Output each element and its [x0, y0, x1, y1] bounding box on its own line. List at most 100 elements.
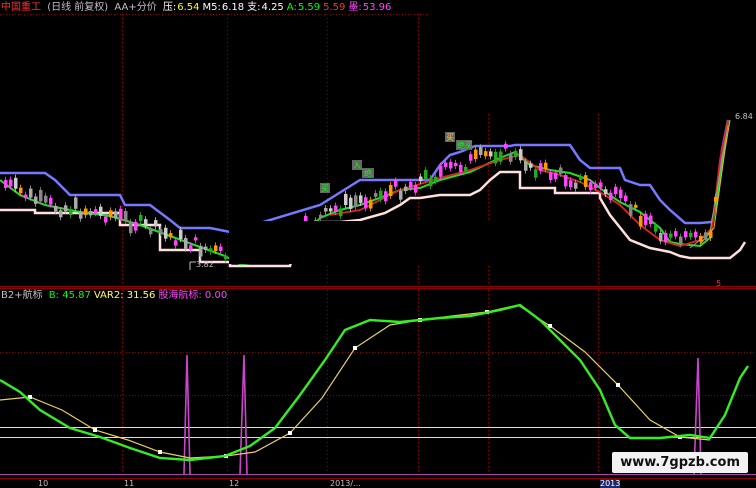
candle-body: [214, 245, 218, 252]
candle-body: [404, 186, 408, 192]
candle-body: [449, 161, 453, 169]
candle-body: [69, 209, 73, 216]
candle-body: [354, 195, 358, 208]
candle-body: [579, 176, 583, 180]
candle-body: [419, 176, 423, 182]
candle-body: [474, 149, 478, 160]
candle-body: [394, 180, 398, 187]
candle-body: [684, 231, 688, 238]
candle-body: [189, 245, 193, 250]
candle-body: [469, 154, 473, 161]
candle-body: [709, 231, 713, 239]
candle-body: [569, 180, 573, 188]
candle-body: [629, 204, 633, 216]
candle-body: [699, 235, 703, 242]
candle-body: [344, 193, 348, 206]
buy-badge-label: 买: [321, 184, 329, 193]
candle-body: [19, 187, 23, 194]
candle-body: [584, 175, 588, 187]
candle-body: [39, 189, 43, 202]
candle-body: [169, 233, 173, 238]
candle-body: [529, 163, 533, 168]
candle-body: [439, 165, 443, 177]
candle-body: [29, 188, 33, 198]
candle-body: [59, 210, 63, 218]
candle-body: [524, 161, 528, 171]
candle-body: [654, 225, 658, 232]
candle-body: [104, 216, 108, 223]
candle-body: [489, 151, 493, 157]
candle-body: [649, 215, 653, 225]
buy-badge-2-label: 买: [446, 133, 454, 142]
candle-body: [79, 211, 83, 219]
candle-body: [4, 179, 8, 188]
candle-body: [159, 229, 163, 234]
candle-body: [599, 182, 603, 188]
candle-body: [479, 147, 483, 156]
var2-markers: [28, 310, 682, 458]
candle-body: [704, 232, 708, 240]
candle-body: [399, 190, 403, 200]
candle-body: [564, 175, 568, 187]
watermark: www.7gpzb.com: [612, 452, 748, 473]
candle-body: [574, 182, 578, 189]
candle-body: [644, 213, 648, 225]
candle-body: [664, 232, 668, 243]
candle-body: [484, 151, 488, 157]
candle-body: [409, 181, 413, 188]
candle-body: [204, 246, 208, 251]
candle-body: [624, 195, 628, 202]
candle-body: [114, 211, 118, 219]
high-price-label: 6.84: [735, 112, 753, 121]
var2-dot: [616, 383, 620, 387]
candle-body: [464, 166, 468, 171]
candle-body: [149, 228, 153, 235]
candle-body: [429, 177, 433, 187]
candle-body: [319, 214, 323, 219]
candle-body: [619, 189, 623, 199]
strong-buy-badge-label: 绝: [364, 168, 372, 178]
low-price-label: 3.82: [196, 260, 214, 269]
candle-body: [494, 151, 498, 164]
candle-body: [589, 182, 593, 191]
candle-body: [179, 229, 183, 240]
redacted-area-middle: [229, 221, 527, 264]
candle-body: [504, 143, 508, 149]
var2-dot: [288, 431, 292, 435]
candle-body: [424, 169, 428, 180]
candle-body: [329, 208, 333, 212]
candle-body: [359, 195, 363, 203]
candle-body: [209, 248, 213, 252]
candle-body: [384, 191, 388, 202]
candle-body: [164, 227, 168, 239]
candle-body: [9, 179, 13, 187]
candle-body: [454, 162, 458, 167]
candle-body: [679, 236, 683, 245]
candle-body: [364, 197, 368, 209]
var2-dot: [353, 346, 357, 350]
candle-body: [369, 199, 373, 209]
candle-body: [44, 195, 48, 203]
candle-body: [74, 197, 78, 209]
candle-body: [669, 233, 673, 238]
strong-buy-badge-2-label: 绝买: [457, 140, 473, 150]
entry-badge-label: 入: [353, 161, 361, 170]
candle-body: [174, 240, 178, 246]
candle-body: [509, 153, 513, 162]
candle-body: [334, 205, 338, 212]
candle-body: [549, 172, 553, 180]
candle-body: [14, 177, 18, 189]
candle-body: [674, 231, 678, 237]
candle-body: [94, 209, 98, 213]
candle-body: [199, 245, 203, 257]
candle-body: [459, 164, 463, 172]
candle-body: [604, 189, 608, 195]
candle-body: [659, 232, 663, 242]
candle-body: [614, 186, 618, 195]
var2-dot: [93, 428, 97, 432]
b-line: [0, 303, 749, 462]
candle-body: [154, 220, 158, 227]
candle-body: [24, 194, 28, 199]
candle-body: [219, 246, 223, 251]
candle-body: [689, 232, 693, 238]
